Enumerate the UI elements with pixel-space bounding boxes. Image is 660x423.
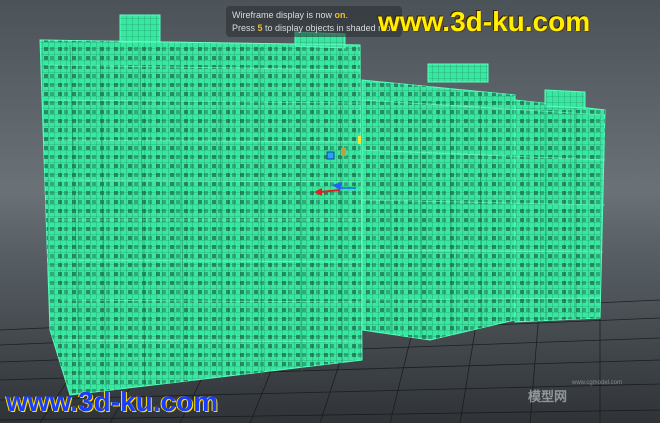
watermark-top: www.3d-ku.com bbox=[378, 6, 591, 37]
hud-line-2: Press 5 to display objects in shaded mo bbox=[232, 23, 391, 33]
watermark-bottom: www.3d-ku.com bbox=[6, 386, 219, 417]
manipulator-y-arrow-icon[interactable] bbox=[341, 148, 346, 156]
building-right-wireframe[interactable] bbox=[361, 63, 606, 341]
manipulator-plane-handle-icon[interactable] bbox=[326, 151, 335, 160]
hud-message: Wireframe display is now on. Press 5 to … bbox=[226, 6, 402, 37]
logo-subtext: www.cgmodel.com bbox=[572, 380, 623, 386]
maya-viewport[interactable]: Wireframe display is now on. Press 5 to … bbox=[0, 0, 660, 423]
hud-line-1: Wireframe display is now on. bbox=[232, 10, 349, 20]
viewport-scene[interactable] bbox=[0, 0, 660, 423]
pivot-icon bbox=[358, 136, 361, 144]
logo: 模型网 bbox=[528, 389, 568, 404]
building-left-wireframe[interactable] bbox=[39, 14, 363, 396]
